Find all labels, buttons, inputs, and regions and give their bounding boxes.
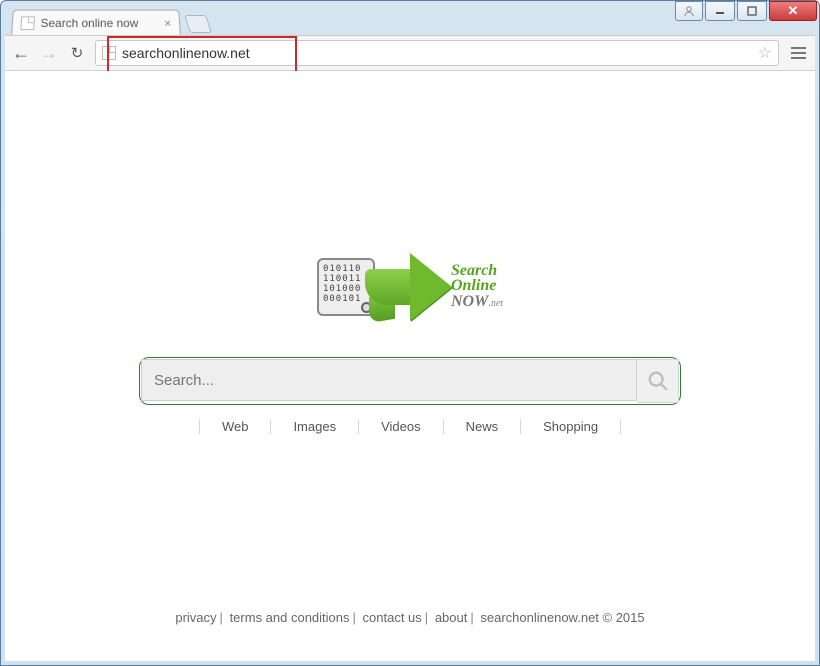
logo-suffix: .net bbox=[488, 298, 503, 309]
logo-line1: Search bbox=[451, 263, 503, 278]
logo-line2: Online bbox=[451, 278, 503, 293]
address-bar[interactable]: searchonlinenow.net ☆ bbox=[95, 40, 779, 66]
site-logo: 010110 110011 101000 000101 Search Onlin… bbox=[317, 247, 503, 327]
search-icon bbox=[647, 370, 669, 392]
reload-button[interactable]: ↻ bbox=[67, 44, 87, 62]
footer: privacy| terms and conditions| contact u… bbox=[5, 610, 815, 625]
logo-area: 010110 110011 101000 000101 Search Onlin… bbox=[5, 247, 815, 327]
window-close-button[interactable]: ✕ bbox=[769, 1, 817, 21]
browser-tab[interactable]: Search online now × bbox=[11, 10, 181, 35]
tab-strip: Search online now × bbox=[11, 9, 209, 35]
search-row bbox=[5, 357, 815, 405]
user-button[interactable] bbox=[675, 1, 703, 21]
browser-toolbar: ← → ↻ searchonlinenow.net ☆ bbox=[5, 35, 815, 71]
cat-images[interactable]: Images bbox=[270, 419, 358, 434]
browser-window: Search online now × ✕ ← → ↻ searchonline… bbox=[0, 0, 820, 666]
footer-privacy[interactable]: privacy bbox=[175, 610, 216, 625]
footer-about[interactable]: about bbox=[435, 610, 468, 625]
url-text: searchonlinenow.net bbox=[122, 45, 250, 61]
minimize-button[interactable] bbox=[705, 1, 735, 21]
close-tab-icon[interactable]: × bbox=[164, 16, 172, 30]
footer-contact[interactable]: contact us bbox=[363, 610, 422, 625]
page-viewport: 010110 110011 101000 000101 Search Onlin… bbox=[5, 71, 815, 661]
tab-title: Search online now bbox=[40, 16, 138, 30]
search-input[interactable] bbox=[141, 359, 637, 401]
cat-news[interactable]: News bbox=[443, 419, 521, 434]
category-links: Web Images Videos News Shopping bbox=[5, 419, 815, 434]
footer-terms[interactable]: terms and conditions bbox=[230, 610, 350, 625]
search-container bbox=[139, 357, 681, 405]
logo-line3: NOW bbox=[451, 293, 488, 310]
cat-shopping[interactable]: Shopping bbox=[520, 419, 621, 434]
back-button[interactable]: ← bbox=[11, 43, 31, 64]
menu-button[interactable] bbox=[787, 47, 809, 59]
arrow-icon bbox=[365, 247, 455, 327]
page-icon bbox=[20, 16, 35, 30]
forward-button[interactable]: → bbox=[39, 43, 59, 64]
bookmark-star-icon[interactable]: ☆ bbox=[758, 43, 772, 63]
logo-text: Search Online NOW.net bbox=[451, 263, 503, 311]
cat-videos[interactable]: Videos bbox=[358, 419, 443, 434]
cat-web[interactable]: Web bbox=[199, 419, 271, 434]
binary-text: 010110 110011 101000 000101 bbox=[323, 264, 362, 304]
footer-copyright: searchonlinenow.net © 2015 bbox=[480, 610, 644, 625]
search-button[interactable] bbox=[637, 359, 679, 403]
page-icon bbox=[102, 46, 116, 60]
new-tab-button[interactable] bbox=[184, 15, 212, 33]
maximize-button[interactable] bbox=[737, 1, 767, 21]
